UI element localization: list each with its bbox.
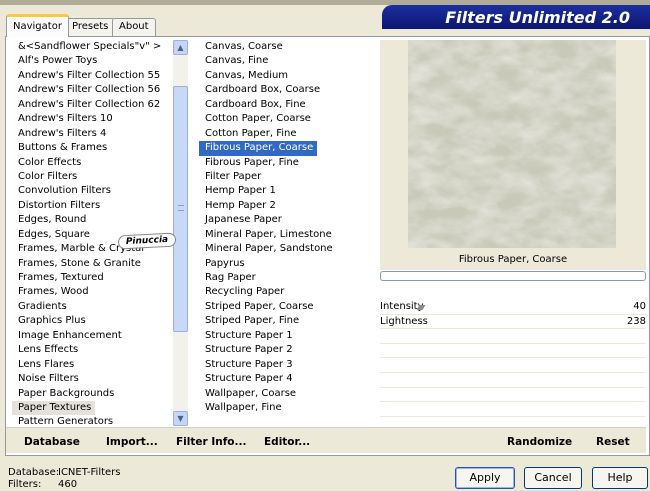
parameter-list: Intensity 40 Lightness 238 xyxy=(380,300,646,417)
param-value[interactable]: 238 xyxy=(627,315,646,330)
category-item[interactable]: Lens Effects xyxy=(12,343,172,357)
filter-item[interactable]: Mineral Paper, Limestone xyxy=(199,228,369,242)
status-filters: Filters: 460 xyxy=(8,479,77,490)
filter-item[interactable]: Recycling Paper xyxy=(199,285,369,299)
param-empty xyxy=(380,329,646,344)
reset-button[interactable]: Reset xyxy=(596,436,630,448)
param-empty xyxy=(380,344,646,359)
category-item[interactable]: Frames, Textured xyxy=(12,271,172,285)
database-button[interactable]: Database xyxy=(24,436,80,448)
filter-item[interactable]: Fibrous Paper, Fine xyxy=(199,156,369,170)
filter-item[interactable]: Structure Paper 1 xyxy=(199,329,369,343)
scroll-down-icon[interactable]: ▼ xyxy=(173,411,188,426)
filter-item[interactable]: Wallpaper, Fine xyxy=(199,401,369,415)
category-item[interactable]: Color Filters xyxy=(12,170,172,184)
filter-item[interactable]: Canvas, Medium xyxy=(199,69,369,83)
status-label: Database: xyxy=(8,467,60,478)
category-item[interactable]: Frames, Wood xyxy=(12,285,172,299)
scrollbar-thumb[interactable] xyxy=(173,86,188,332)
param-label: Lightness xyxy=(380,315,428,327)
randomize-button[interactable]: Randomize xyxy=(507,436,572,448)
bottom-toolbar: Database Import... Filter Info... Editor… xyxy=(6,427,646,453)
filter-item[interactable]: Wallpaper, Coarse xyxy=(199,387,369,401)
category-item[interactable]: Distortion Filters xyxy=(12,199,172,213)
scroll-up-icon[interactable]: ▲ xyxy=(173,40,188,55)
preview-filter-name: Fibrous Paper, Coarse xyxy=(380,250,646,270)
filter-item[interactable]: Structure Paper 2 xyxy=(199,343,369,357)
category-item[interactable]: Gradients xyxy=(12,300,172,314)
grip-icon xyxy=(178,205,184,211)
filter-item[interactable]: Striped Paper, Fine xyxy=(199,314,369,328)
category-item[interactable]: Pattern Generators xyxy=(12,415,172,426)
filter-item[interactable]: Cardboard Box, Coarse xyxy=(199,83,369,97)
category-item[interactable]: Convolution Filters xyxy=(12,184,172,198)
category-item[interactable]: Alf's Power Toys xyxy=(12,54,172,68)
filter-item[interactable]: Structure Paper 4 xyxy=(199,372,369,386)
param-lightness[interactable]: Lightness 238 xyxy=(380,315,646,330)
status-value: ICNET-Filters xyxy=(58,467,121,478)
category-item[interactable]: Andrew's Filters 10 xyxy=(12,112,172,126)
editor-button[interactable]: Editor... xyxy=(264,436,310,448)
category-item[interactable]: Buttons & Frames xyxy=(12,141,172,155)
category-item[interactable]: &<Sandflower Specials"v" > xyxy=(12,40,172,54)
cancel-button[interactable]: Cancel xyxy=(524,467,582,489)
preview-image xyxy=(408,40,616,248)
filter-item[interactable]: Cotton Paper, Coarse xyxy=(199,112,369,126)
filter-item[interactable]: Hemp Paper 2 xyxy=(199,199,369,213)
app-banner: Filters Unlimited 2.0 xyxy=(382,5,650,29)
paper-texture-preview xyxy=(408,40,616,248)
category-item[interactable]: Noise Filters xyxy=(12,372,172,386)
filter-item[interactable]: Japanese Paper xyxy=(199,213,369,227)
filter-item[interactable]: Striped Paper, Coarse xyxy=(199,300,369,314)
filter-list[interactable]: Canvas, Coarse Canvas, Fine Canvas, Medium… xyxy=(199,40,369,426)
param-value[interactable]: 40 xyxy=(633,300,646,315)
category-item[interactable]: Color Effects xyxy=(12,156,172,170)
param-empty xyxy=(380,388,646,403)
filter-item[interactable]: Canvas, Fine xyxy=(199,54,369,68)
category-item[interactable]: Lens Flares xyxy=(12,358,172,372)
filter-item[interactable]: Mineral Paper, Sandstone xyxy=(199,242,369,256)
category-item[interactable]: Andrew's Filter Collection 62 xyxy=(12,98,172,112)
filter-item[interactable]: Cardboard Box, Fine xyxy=(199,98,369,112)
param-empty xyxy=(380,358,646,373)
status-database: Database:ICNET-Filters xyxy=(8,467,121,478)
filter-item[interactable]: Cotton Paper, Fine xyxy=(199,127,369,141)
preview-progress-bar xyxy=(380,271,646,281)
filter-item[interactable]: Structure Paper 3 xyxy=(199,358,369,372)
filter-info-button[interactable]: Filter Info... xyxy=(176,436,246,448)
param-empty xyxy=(380,373,646,388)
category-item[interactable]: Paper Textures xyxy=(12,400,96,416)
category-item[interactable]: Image Enhancement xyxy=(12,329,172,343)
slider-marker-icon xyxy=(416,305,426,310)
filter-item[interactable]: Rag Paper xyxy=(199,271,369,285)
category-item[interactable]: Andrew's Filter Collection 56 xyxy=(12,83,172,97)
tab-presets[interactable]: Presets xyxy=(65,18,116,36)
category-item[interactable]: Frames, Stone & Granite xyxy=(12,257,172,271)
param-intensity[interactable]: Intensity 40 xyxy=(380,300,646,315)
help-button[interactable]: Help xyxy=(592,467,648,489)
filter-item[interactable]: Fibrous Paper, Coarse xyxy=(199,141,318,156)
tab-about[interactable]: About xyxy=(112,18,156,36)
filter-item[interactable]: Filter Paper xyxy=(199,170,369,184)
apply-button[interactable]: Apply xyxy=(455,467,515,489)
tab-navigator[interactable]: Navigator xyxy=(6,14,69,37)
filter-item[interactable]: Hemp Paper 1 xyxy=(199,184,369,198)
status-value: 460 xyxy=(58,479,78,490)
param-empty xyxy=(380,402,646,417)
category-item[interactable]: Paper Backgrounds xyxy=(12,387,172,401)
category-scrollbar[interactable]: ▲ ▼ xyxy=(173,40,188,426)
status-label: Filters: xyxy=(8,479,42,490)
category-item[interactable]: Andrew's Filters 4 xyxy=(12,127,172,141)
category-item[interactable]: Andrew's Filter Collection 55 xyxy=(12,69,172,83)
filter-item[interactable]: Canvas, Coarse xyxy=(199,40,369,54)
import-button[interactable]: Import... xyxy=(106,436,158,448)
category-item[interactable]: Graphics Plus xyxy=(12,314,172,328)
filter-item[interactable]: Papyrus xyxy=(199,257,369,271)
category-item[interactable]: Edges, Round xyxy=(12,213,172,227)
